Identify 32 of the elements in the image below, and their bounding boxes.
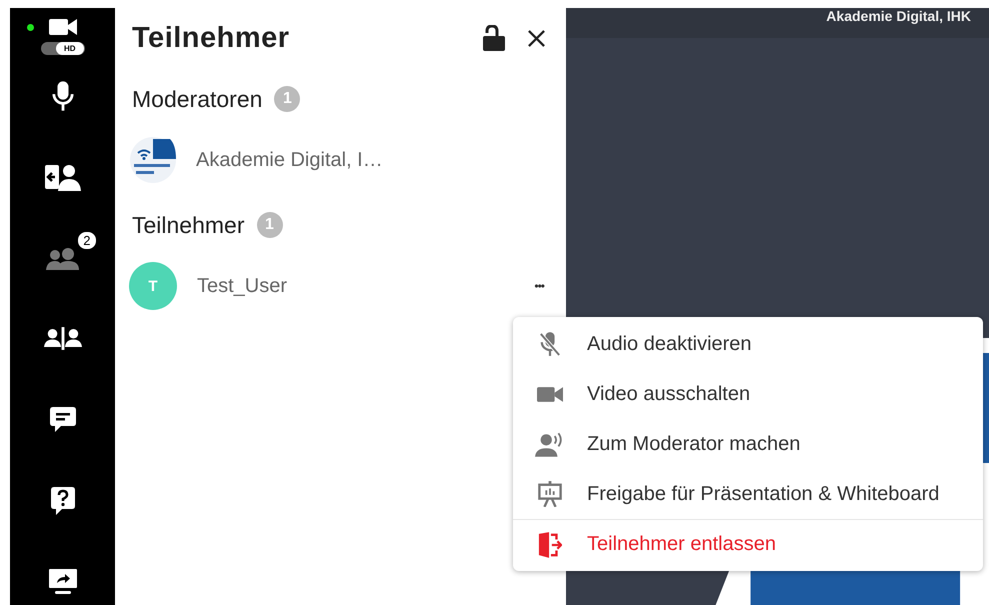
more-button[interactable]: ••• — [534, 279, 544, 293]
unlocked-padlock-icon[interactable] — [483, 25, 505, 51]
menu-item[interactable]: Video ausschalten — [513, 369, 983, 419]
split-people-icon[interactable] — [44, 327, 82, 350]
logo-avatar-icon — [130, 137, 176, 183]
video-name-label: Akademie Digital, IHK — [826, 8, 971, 24]
section-title: Moderatoren — [132, 86, 262, 112]
menu-item[interactable]: Freigabe für Präsentation & Whiteboard — [513, 469, 983, 519]
user-share-icon[interactable] — [44, 162, 80, 190]
panel-title: Teilnehmer — [132, 22, 291, 54]
video-camera-icon — [537, 386, 563, 402]
muted-microphone-icon — [539, 331, 561, 357]
count-badge: 1 — [274, 86, 300, 112]
video-camera-icon[interactable] — [48, 18, 76, 36]
section-title: Teilnehmer — [132, 212, 244, 238]
menu-item[interactable]: Zum Moderator machen — [513, 419, 983, 469]
people-icon[interactable] — [46, 248, 80, 270]
user-avatar: T — [129, 262, 177, 310]
microphone-icon[interactable] — [52, 80, 74, 110]
presentation-board-icon — [538, 481, 562, 507]
count-badge: 2 — [78, 232, 96, 249]
member-name[interactable]: Test_User — [197, 274, 534, 298]
menu-item[interactable]: Teilnehmer entlassen — [513, 519, 983, 569]
member-name[interactable]: Akademie Digital, I… — [196, 148, 548, 172]
menu-item[interactable]: Audio deaktivieren — [513, 319, 983, 369]
exit-door-icon — [538, 532, 562, 558]
help-icon[interactable] — [50, 486, 76, 516]
count-badge: 1 — [256, 212, 282, 238]
close-icon[interactable] — [527, 28, 546, 48]
screen-share-icon[interactable] — [48, 568, 76, 594]
hd-toggle[interactable]: HD — [40, 42, 84, 55]
chat-icon[interactable] — [48, 406, 76, 434]
